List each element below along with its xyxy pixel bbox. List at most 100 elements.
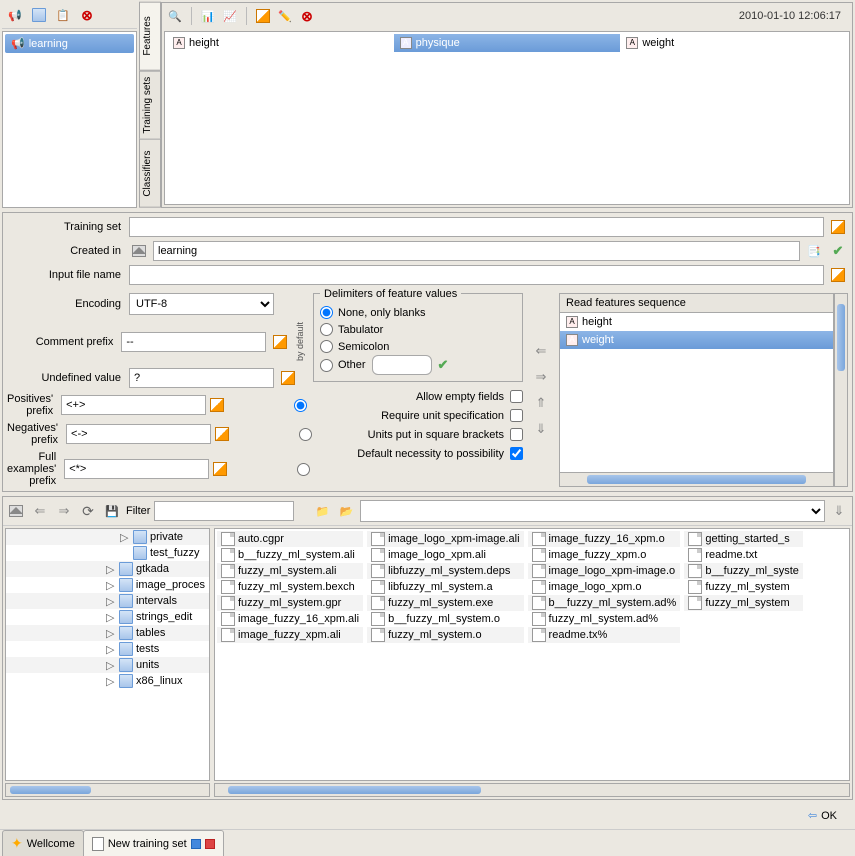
delim-check-icon[interactable]: ✔ — [438, 357, 449, 373]
arrow-up-icon[interactable]: ⇑ — [531, 393, 551, 413]
delim-other-input[interactable] — [372, 355, 432, 375]
file-row[interactable]: fuzzy_ml_system.gpr — [217, 595, 363, 611]
file-row[interactable]: auto.cgpr — [217, 531, 363, 547]
dir-row[interactable]: ▷strings_edit — [6, 609, 209, 625]
file-row[interactable]: fuzzy_ml_system — [684, 579, 803, 595]
feature-edit-icon[interactable] — [253, 6, 273, 26]
file-row[interactable]: image_fuzzy_16_xpm.o — [528, 531, 681, 547]
file-row[interactable]: fuzzy_ml_system.bexch — [217, 579, 363, 595]
negatives-input[interactable] — [66, 424, 211, 444]
feature-pencil-icon[interactable]: ✏️ — [275, 6, 295, 26]
file-row[interactable]: fuzzy_ml_system.ali — [217, 563, 363, 579]
fb-refresh-icon[interactable]: ⟳ — [78, 501, 98, 521]
file-row[interactable]: readme.txt — [684, 547, 803, 563]
undefined-edit-icon[interactable] — [278, 368, 298, 388]
arrow-down-icon[interactable]: ⇓ — [531, 419, 551, 439]
training-set-edit-icon[interactable] — [828, 217, 848, 237]
file-list[interactable]: auto.cgprb__fuzzy_ml_system.alifuzzy_ml_… — [214, 528, 850, 781]
expand-icon[interactable]: ▷ — [120, 531, 130, 544]
expand-icon[interactable]: ▷ — [106, 627, 116, 640]
file-hscroll[interactable] — [214, 783, 850, 797]
feature-tool-1-icon[interactable]: 🔍 — [165, 6, 185, 26]
file-row[interactable]: image_fuzzy_xpm.ali — [217, 627, 363, 643]
delim-semicolon[interactable]: Semicolon — [320, 338, 516, 355]
tree-item[interactable]: 📢 learning — [5, 34, 134, 53]
sequence-list[interactable]: AheightAweight — [559, 313, 834, 473]
delete-icon[interactable]: ⊗ — [77, 5, 97, 25]
paste-icon[interactable]: 📋 — [53, 5, 73, 25]
file-row[interactable]: b__fuzzy_ml_syste — [684, 563, 803, 579]
copy-icon[interactable]: 📑 — [804, 241, 824, 261]
units-brackets-check[interactable]: Units put in square brackets — [368, 428, 523, 441]
require-unit-check[interactable]: Require unit specification — [381, 409, 523, 422]
fb-folder2-icon[interactable]: 📂 — [336, 501, 356, 521]
delim-tab[interactable]: Tabulator — [320, 321, 516, 338]
positives-edit-icon[interactable] — [210, 395, 224, 415]
undefined-input[interactable] — [129, 368, 274, 388]
confirm-icon[interactable]: ✔ — [828, 241, 848, 261]
tab-training-sets[interactable]: Training sets — [139, 71, 161, 140]
comment-edit-icon[interactable] — [270, 332, 289, 352]
fb-go-icon[interactable]: ⇓ — [829, 501, 849, 521]
file-row[interactable]: b__fuzzy_ml_system.o — [367, 611, 523, 627]
feature-tool-2-icon[interactable]: 📊 — [198, 6, 218, 26]
dir-row[interactable]: ▷x86_linux — [6, 673, 209, 689]
expand-icon[interactable]: ▷ — [106, 643, 116, 656]
expand-icon[interactable]: ▷ — [106, 595, 116, 608]
expand-icon[interactable]: ▷ — [106, 675, 116, 688]
file-row[interactable]: image_logo_xpm-image.ali — [367, 531, 523, 547]
tab-welcome[interactable]: ✦ Wellcome — [2, 830, 84, 856]
directory-tree[interactable]: ▷privatetest_fuzzy▷gtkada▷image_proces▷i… — [5, 528, 210, 781]
dir-row[interactable]: ▷intervals — [6, 593, 209, 609]
delim-other[interactable]: Other — [320, 357, 366, 374]
arrow-left-icon[interactable]: ⇐ — [531, 341, 551, 361]
allow-empty-check[interactable]: Allow empty fields — [416, 390, 523, 403]
open-folder-icon[interactable] — [29, 5, 49, 25]
file-row[interactable]: fuzzy_ml_system.o — [367, 627, 523, 643]
encoding-select[interactable]: UTF-8 — [129, 293, 274, 315]
file-row[interactable]: b__fuzzy_ml_system.ali — [217, 547, 363, 563]
full-examples-input[interactable] — [64, 459, 209, 479]
file-row[interactable]: image_logo_xpm-image.o — [528, 563, 681, 579]
positives-input[interactable] — [61, 395, 206, 415]
close-tab-icon[interactable] — [205, 839, 215, 849]
dir-row[interactable]: ▷image_proces — [6, 577, 209, 593]
dir-row[interactable]: ▷tables — [6, 625, 209, 641]
home-icon[interactable] — [129, 241, 149, 261]
feature-tool-3-icon[interactable]: 📈 — [220, 6, 240, 26]
full-examples-edit-icon[interactable] — [213, 459, 227, 479]
tab-classifiers[interactable]: Classifiers — [139, 139, 161, 208]
file-row[interactable]: image_logo_xpm.o — [528, 579, 681, 595]
negatives-edit-icon[interactable] — [215, 424, 229, 444]
file-row[interactable]: fuzzy_ml_system.ad% — [528, 611, 681, 627]
fb-disk-icon[interactable]: 💾 — [102, 501, 122, 521]
file-row[interactable]: libfuzzy_ml_system.a — [367, 579, 523, 595]
fb-newfolder-icon[interactable]: 📁 — [312, 501, 332, 521]
ok-button[interactable]: ⇦ OK — [800, 806, 845, 825]
expand-icon[interactable]: ▷ — [106, 579, 116, 592]
created-in-input[interactable] — [153, 241, 800, 261]
sequence-vscroll[interactable] — [834, 293, 848, 487]
feature-delete-icon[interactable]: ⊗ — [297, 6, 317, 26]
file-row[interactable]: image_fuzzy_xpm.o — [528, 547, 681, 563]
dir-row[interactable]: ▷tests — [6, 641, 209, 657]
sequence-item[interactable]: Aheight — [560, 313, 833, 331]
tab-new-training-set[interactable]: New training set — [83, 830, 224, 856]
sequence-item[interactable]: Aweight — [560, 331, 833, 349]
feature-item[interactable]: Aphysique — [394, 34, 621, 52]
input-file-edit-icon[interactable] — [828, 265, 848, 285]
speaker-icon[interactable]: 📢 — [5, 5, 25, 25]
filter-input[interactable] — [154, 501, 294, 521]
comment-prefix-input[interactable] — [121, 332, 266, 352]
tab-features[interactable]: Features — [139, 2, 161, 71]
maximize-icon[interactable] — [191, 839, 201, 849]
sequence-hscroll[interactable] — [559, 473, 834, 487]
file-row[interactable]: image_logo_xpm.ali — [367, 547, 523, 563]
feature-item[interactable]: Aweight — [620, 34, 847, 52]
project-tree[interactable]: 📢 learning — [2, 31, 137, 208]
training-set-input[interactable] — [129, 217, 824, 237]
dir-hscroll[interactable] — [5, 783, 210, 797]
file-row[interactable]: readme.tx% — [528, 627, 681, 643]
input-file-input[interactable] — [129, 265, 824, 285]
feature-list[interactable]: AheightAphysiqueAweight — [164, 31, 850, 205]
